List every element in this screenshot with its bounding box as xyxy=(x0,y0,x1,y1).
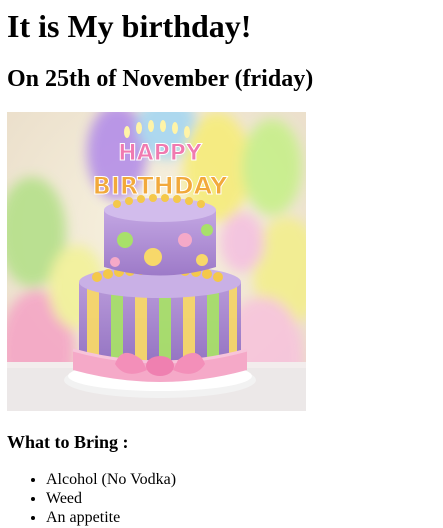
cake-topper-happy: HAPPY xyxy=(118,141,203,166)
what-to-bring-heading: What to Bring : xyxy=(7,432,129,452)
list-item: An appetite xyxy=(46,508,176,527)
birthday-page: It is My birthday! On 25th of November (… xyxy=(0,0,443,528)
event-date-heading: On 25th of November (friday) xyxy=(7,66,314,92)
list-item: Weed xyxy=(46,489,176,508)
birthday-cake-image: HAPPY BIRTHDAY xyxy=(7,112,306,411)
list-item: Alcohol (No Vodka) xyxy=(46,470,176,489)
page-title: It is My birthday! xyxy=(7,8,252,44)
cake-topper-birthday: BIRTHDAY xyxy=(93,172,228,200)
bring-list: Alcohol (No Vodka) Weed An appetite xyxy=(7,470,176,527)
